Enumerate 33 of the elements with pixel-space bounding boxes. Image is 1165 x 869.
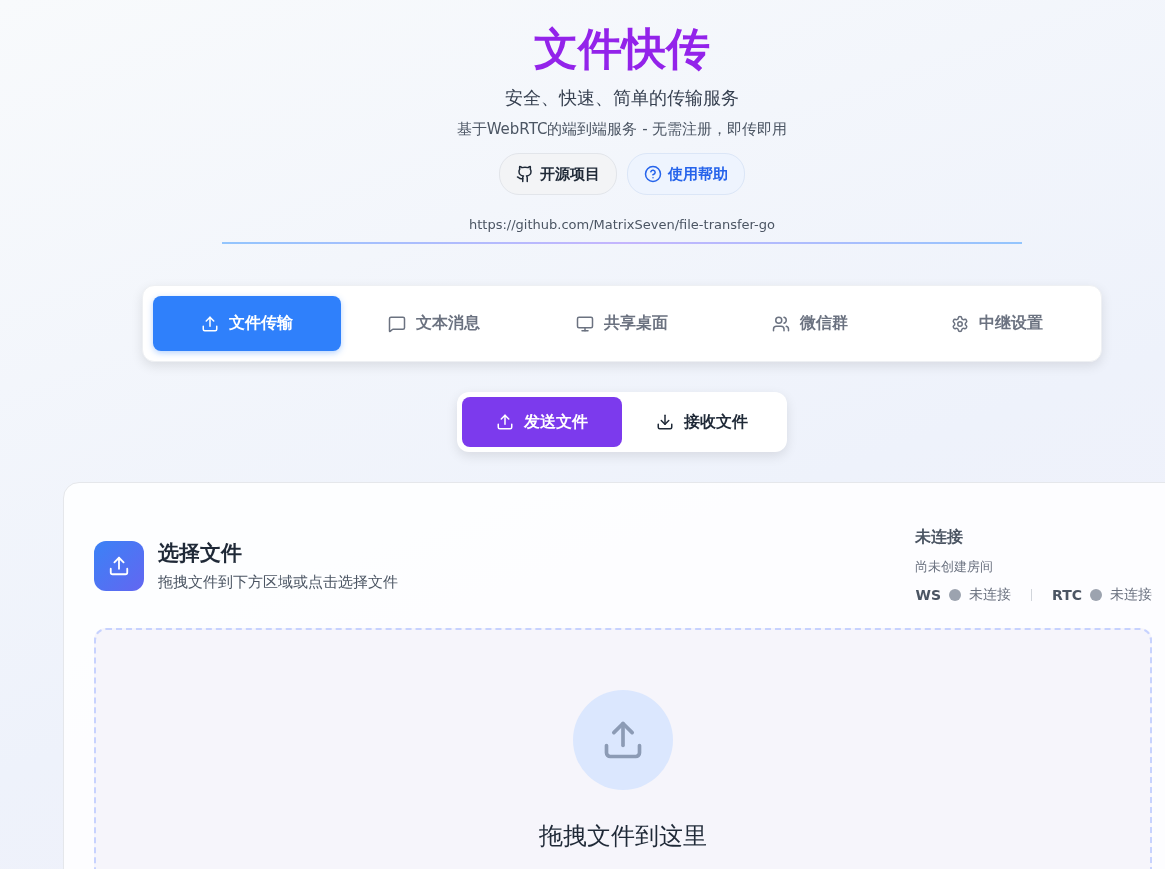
download-icon bbox=[656, 413, 674, 431]
github-link[interactable]: 开源项目 bbox=[499, 153, 617, 195]
upload-tile-icon bbox=[94, 540, 144, 591]
help-link[interactable]: 使用帮助 bbox=[627, 153, 745, 195]
tab[interactable]: 中继设置 bbox=[903, 296, 1091, 351]
card-subtitle: 拖拽文件到下方区域或点击选择文件 bbox=[158, 573, 398, 592]
connection-status: 未连接 bbox=[915, 527, 965, 548]
card-title: 选择文件 bbox=[158, 540, 243, 567]
room-status: 尚未创建房间 bbox=[915, 558, 995, 576]
upload-icon bbox=[200, 314, 219, 333]
channel-name: RTC bbox=[1052, 587, 1082, 603]
github-icon bbox=[516, 165, 534, 183]
drop-zone[interactable]: 拖拽文件到这里 bbox=[94, 628, 1152, 869]
tab[interactable]: 共享桌面 bbox=[528, 296, 716, 351]
tab[interactable]: 文本消息 bbox=[340, 296, 529, 351]
mode-button[interactable]: 发送文件 bbox=[462, 397, 622, 447]
channel-name: WS bbox=[915, 587, 941, 603]
channel-state: 未连接 bbox=[969, 586, 1011, 604]
tab[interactable]: 微信群 bbox=[715, 296, 904, 351]
description: 基于WebRTC的端到端服务 - 无需注册，即传即用 bbox=[456, 120, 788, 139]
settings-icon bbox=[951, 314, 970, 333]
help-icon bbox=[644, 165, 662, 183]
mode-button[interactable]: 接收文件 bbox=[622, 397, 782, 447]
users-icon bbox=[771, 314, 790, 333]
repo-url: https://github.com/MatrixSeven/file-transfer-go bbox=[469, 217, 775, 232]
chat-bubble-icon bbox=[388, 314, 407, 333]
subtitle: 安全、快速、简单的传输服务 bbox=[505, 86, 739, 110]
tab[interactable]: 文件传输 bbox=[153, 296, 341, 351]
app-title: 文件快传 bbox=[534, 22, 710, 76]
drop-zone-title: 拖拽文件到这里 bbox=[539, 821, 707, 852]
upload-icon bbox=[496, 413, 514, 431]
channel-state: 未连接 bbox=[1110, 586, 1152, 604]
monitor-icon bbox=[576, 314, 594, 333]
